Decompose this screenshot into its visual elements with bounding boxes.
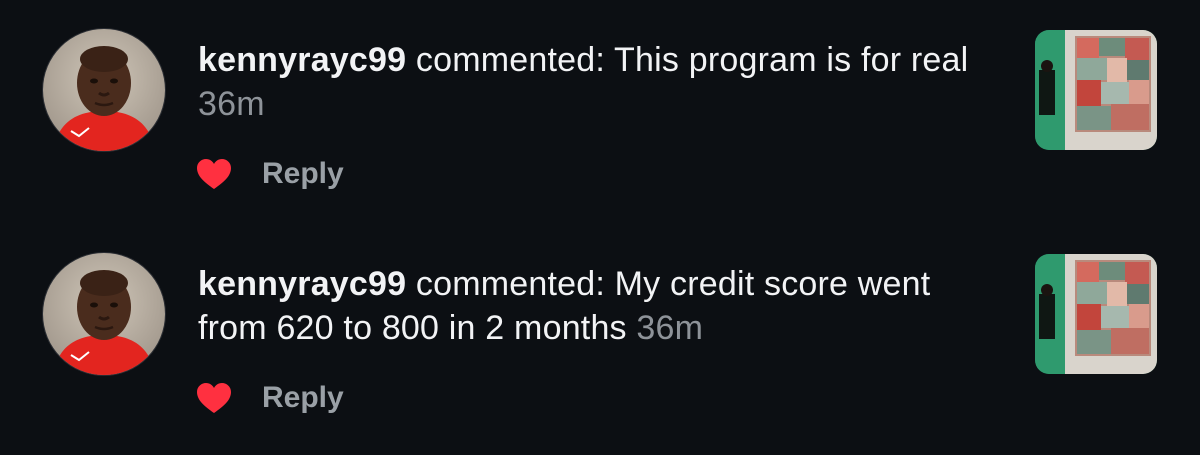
heart-icon[interactable]	[196, 382, 232, 414]
notification-text: kennyrayc99 commented: This program is f…	[198, 38, 998, 126]
reply-button[interactable]: Reply	[262, 381, 344, 415]
notification-item[interactable]: kennyrayc99 commented: This program is f…	[0, 28, 1200, 248]
comment-text: This program is for real	[614, 41, 969, 79]
heart-icon[interactable]	[196, 158, 232, 190]
action-label: commented:	[415, 265, 605, 303]
post-thumbnail[interactable]	[1035, 254, 1157, 374]
username[interactable]: kennyrayc99	[198, 41, 406, 79]
notification-text: kennyrayc99 commented: My credit score w…	[198, 262, 998, 350]
timestamp: 36m	[636, 309, 704, 347]
avatar[interactable]	[42, 28, 166, 152]
notification-item[interactable]: kennyrayc99 commented: My credit score w…	[0, 252, 1200, 455]
username[interactable]: kennyrayc99	[198, 265, 406, 303]
notifications-feed: kennyrayc99 commented: This program is f…	[0, 0, 1200, 455]
comment-actions: Reply	[196, 154, 344, 194]
action-label: commented:	[415, 41, 605, 79]
avatar[interactable]	[42, 252, 166, 376]
comment-actions: Reply	[196, 378, 344, 418]
reply-button[interactable]: Reply	[262, 157, 344, 191]
post-thumbnail[interactable]	[1035, 30, 1157, 150]
timestamp: 36m	[198, 85, 265, 123]
